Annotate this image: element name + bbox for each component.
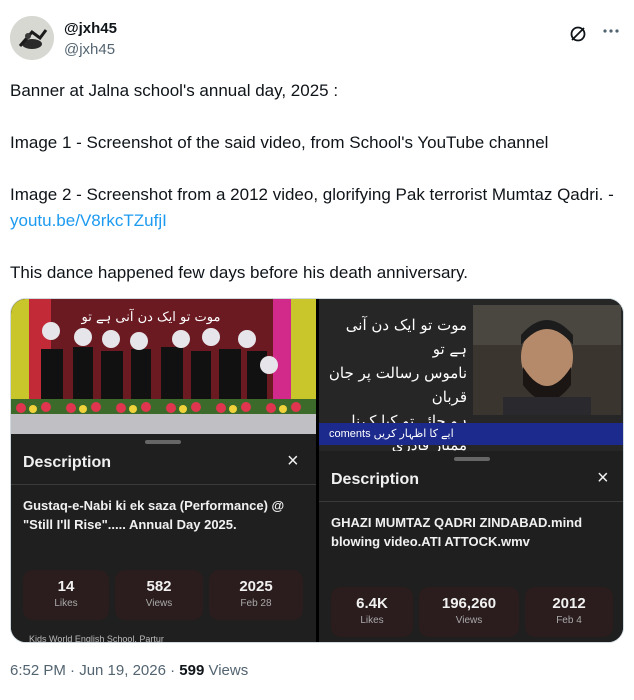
views-label: Views	[204, 662, 249, 679]
youtube-link[interactable]: youtu.be/V8rkcTZufjI	[10, 211, 167, 230]
tweet-header: @jxh45 @jxh45	[10, 12, 624, 68]
slash-circle-icon[interactable]	[568, 24, 588, 44]
description-panel-2: Description × GHAZI MUMTAZ QADRI ZINDABA…	[319, 451, 623, 642]
channel-name: Kids World English School, Partur	[29, 634, 164, 643]
stat-value: 6.4K	[356, 595, 388, 612]
stat-value: 2025	[239, 578, 273, 595]
video-title-1: Gustaq-e-Nabi ki ek saza (Performance) @…	[23, 498, 285, 532]
media-image-1[interactable]: موت تو ایک دن آنی ہے تو Description × Gu…	[11, 299, 316, 643]
stat-label: Feb 4	[556, 615, 582, 626]
divider	[319, 501, 623, 502]
stat-value: 2012	[552, 595, 586, 612]
user-handle[interactable]: @jxh45	[64, 41, 115, 58]
tweet-text: Banner at Jalna school's annual day, 202…	[10, 78, 622, 286]
tweet-line-4: This dance happened few days before his …	[10, 263, 469, 282]
video-title-2: GHAZI MUMTAZ QADRI ZINDABAD.mind blowing…	[331, 515, 583, 549]
description-heading: Description	[331, 471, 420, 488]
stat-label: Likes	[54, 598, 78, 609]
tweet-line-1: Banner at Jalna school's annual day, 202…	[10, 81, 339, 100]
stat-date: 2012 Feb 4	[525, 587, 613, 637]
stat-views: 196,260 Views	[419, 587, 519, 637]
close-icon[interactable]: ×	[287, 450, 299, 473]
stat-views: 582 Views	[115, 570, 203, 620]
stat-date: 2025 Feb 28	[209, 570, 303, 620]
more-horizontal-icon[interactable]	[600, 20, 622, 42]
stat-label: Views	[145, 598, 173, 609]
stat-value: 14	[57, 578, 75, 595]
avatar-image	[10, 16, 54, 60]
media-grid: موت تو ایک دن آنی ہے تو Description × Gu…	[10, 298, 624, 643]
urdu-line-2: ناموس رسالت پر جان قربان	[328, 364, 467, 406]
divider	[11, 484, 316, 485]
stat-label: Feb 28	[240, 598, 272, 609]
tweet-line-3-text: Image 2 - Screenshot from a 2012 video, …	[10, 185, 614, 204]
video-frame: موت تو ایک دن آنی ہے تو ناموس رسالت پر ج…	[319, 299, 623, 459]
tweet-footer: 6:52 PM · Jun 19, 2026 · 599 Views	[10, 662, 248, 679]
urdu-line-1: موت تو ایک دن آنی ہے تو	[345, 316, 467, 358]
stage-photo: موت تو ایک دن آنی ہے تو	[11, 299, 316, 434]
portrait-photo	[473, 305, 621, 415]
display-name[interactable]: @jxh45	[64, 20, 117, 37]
drag-handle[interactable]	[454, 457, 490, 461]
close-icon[interactable]: ×	[597, 467, 609, 490]
stat-value: 582	[146, 578, 172, 595]
tweet-line-2: Image 1 - Screenshot of the said video, …	[10, 133, 549, 152]
stat-value: 196,260	[441, 595, 497, 612]
stat-likes: 14 Likes	[23, 570, 109, 620]
media-image-2[interactable]: موت تو ایک دن آنی ہے تو ناموس رسالت پر ج…	[319, 299, 623, 642]
avatar[interactable]	[10, 16, 54, 60]
tweet-line-3: Image 2 - Screenshot from a 2012 video, …	[10, 182, 622, 234]
views-count: 599	[179, 662, 205, 679]
description-heading: Description	[23, 454, 112, 471]
drag-handle[interactable]	[145, 440, 181, 444]
timestamp[interactable]: 6:52 PM · Jun 19, 2026 ·	[10, 662, 179, 679]
news-ticker: coments ایے کا اظہار کریں	[319, 423, 623, 445]
stat-label: Views	[455, 615, 483, 626]
stat-label: Likes	[360, 615, 384, 626]
description-panel-1: Description × Gustaq-e-Nabi ki ek saza (…	[11, 434, 316, 643]
stat-likes: 6.4K Likes	[331, 587, 413, 637]
